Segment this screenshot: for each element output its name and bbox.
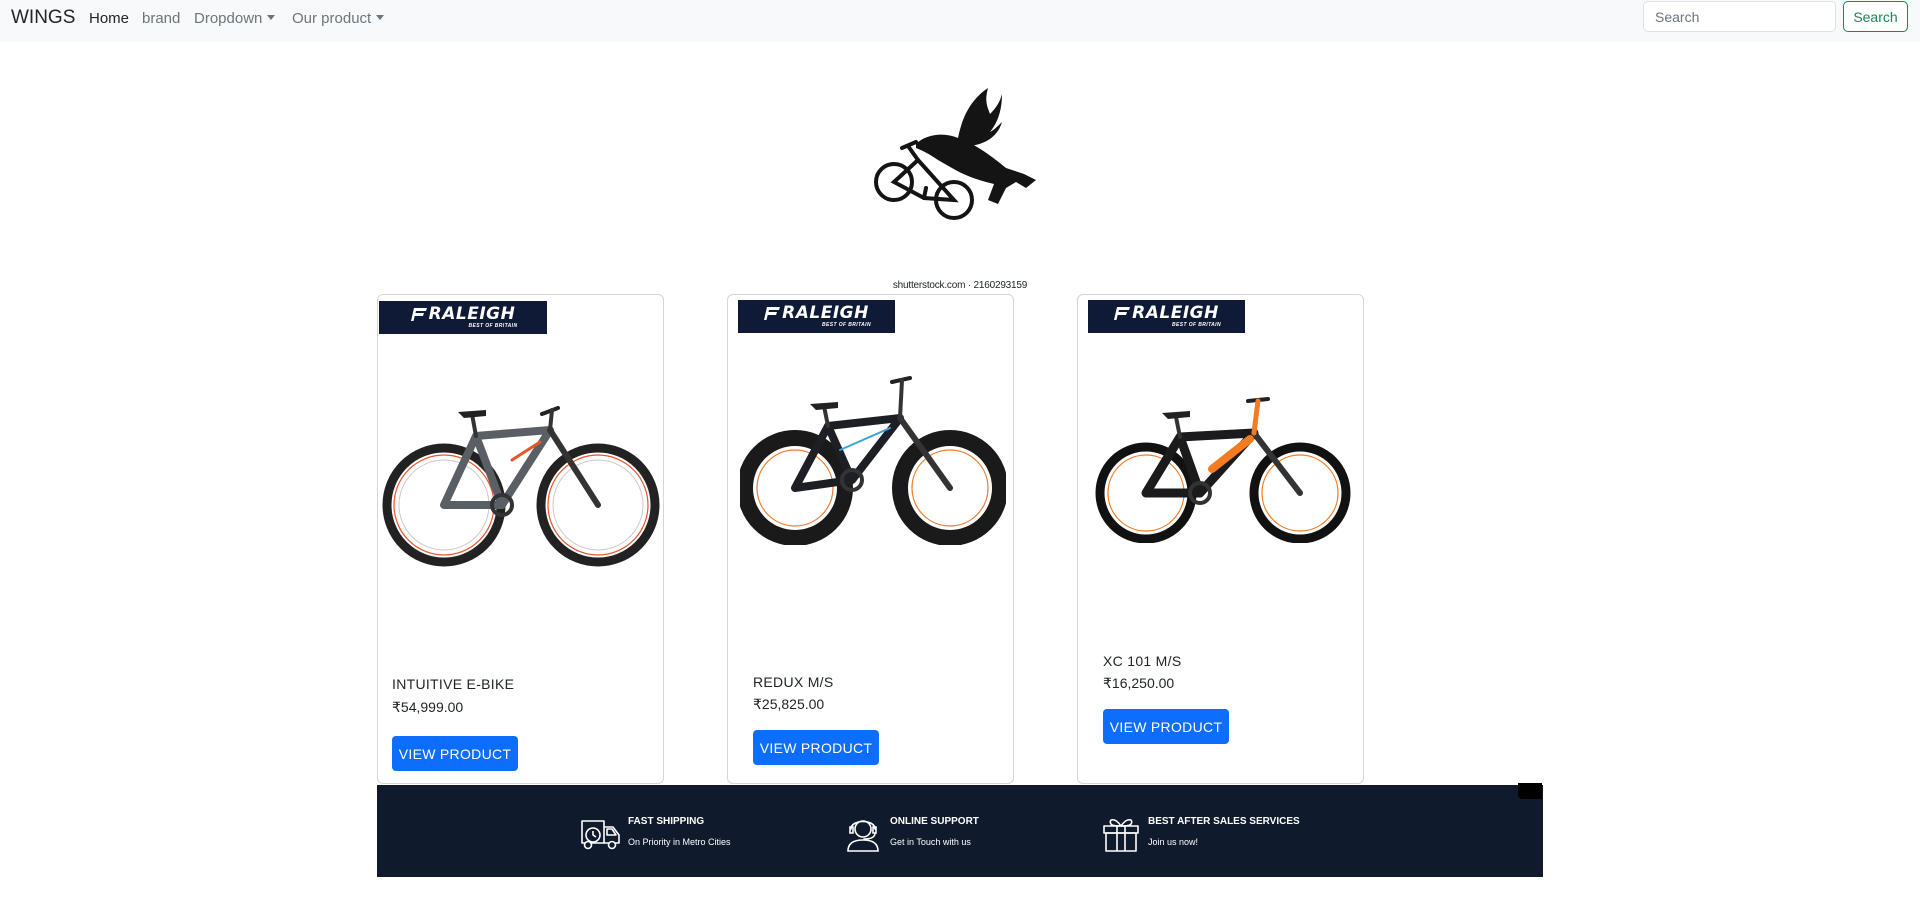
- brand-banner: RALEIGH BEST OF BRITAIN: [738, 300, 895, 333]
- navbar-brand[interactable]: WINGS: [11, 7, 75, 29]
- navbar: WINGS Home brand Dropdown Our product Se…: [0, 0, 1920, 42]
- product-card: RALEIGH BEST OF BRITAIN XC 101 M/S ₹16,2…: [1077, 294, 1364, 784]
- features-band: FAST SHIPPING On Priority in Metro Citie…: [377, 783, 1543, 877]
- winged-cyclist-logo: [874, 88, 1036, 220]
- banner-tagline: BEST OF BRITAIN: [822, 322, 871, 328]
- gift-box-icon: [1103, 818, 1139, 852]
- nav-our-product-toggle[interactable]: Our product: [292, 10, 385, 27]
- raleigh-logo-icon: [410, 308, 427, 321]
- feature-desc: Join us now!: [1148, 837, 1199, 847]
- banner-tagline: BEST OF BRITAIN: [468, 323, 518, 329]
- banner-brand-name: RALEIGH: [782, 303, 869, 323]
- bike-image: [1095, 397, 1351, 543]
- nav-dropdown-label: Dropdown: [194, 10, 263, 27]
- nav-dropdown-toggle[interactable]: Dropdown: [194, 10, 276, 27]
- product-card: RALEIGH BEST OF BRITAIN REDUX M/S ₹25,82…: [727, 294, 1014, 784]
- nav-link-brand[interactable]: brand: [142, 10, 180, 27]
- view-product-button[interactable]: VIEW PRODUCT: [1103, 709, 1229, 744]
- nav-our-product-label: Our product: [292, 10, 372, 27]
- caret-down-icon: [376, 15, 385, 20]
- image-credit: shutterstock.com · 2160293159: [892, 280, 1028, 291]
- search-input[interactable]: [1643, 1, 1836, 32]
- feature-title: FAST SHIPPING: [628, 816, 705, 827]
- search-button[interactable]: Search: [1843, 1, 1908, 32]
- nav-link-home[interactable]: Home: [89, 10, 129, 27]
- product-name: INTUITIVE E-BIKE: [392, 676, 515, 692]
- banner-brand-name: RALEIGH: [1132, 303, 1219, 323]
- feature-desc: On Priority in Metro Cities: [628, 837, 731, 847]
- chat-icon[interactable]: [1518, 783, 1542, 799]
- product-price: ₹16,250.00: [1103, 675, 1175, 691]
- product-price: ₹54,999.00: [392, 699, 464, 715]
- bike-image: [740, 376, 1006, 545]
- feature-desc: Get in Touch with us: [890, 837, 971, 847]
- product-price: ₹25,825.00: [753, 696, 825, 712]
- product-card: RALEIGH BEST OF BRITAIN INTUITIVE E-BIKE…: [377, 294, 664, 784]
- banner-tagline: BEST OF BRITAIN: [1172, 322, 1221, 328]
- feature-after-sales: BEST AFTER SALES SERVICES Join us now!: [1100, 813, 1300, 853]
- feature-title: BEST AFTER SALES SERVICES: [1148, 816, 1300, 827]
- feature-title: ONLINE SUPPORT: [890, 816, 979, 827]
- bike-image: [382, 406, 660, 567]
- feature-online-support: ONLINE SUPPORT Get in Touch with us: [842, 813, 979, 853]
- view-product-button[interactable]: VIEW PRODUCT: [753, 730, 879, 765]
- delivery-truck-icon: [581, 820, 620, 850]
- raleigh-logo-icon: [764, 307, 781, 320]
- product-name: XC 101 M/S: [1103, 653, 1182, 669]
- brand-banner: RALEIGH BEST OF BRITAIN: [1088, 300, 1245, 333]
- caret-down-icon: [267, 15, 276, 20]
- product-name: REDUX M/S: [753, 674, 834, 690]
- banner-brand-name: RALEIGH: [428, 304, 516, 324]
- view-product-button[interactable]: VIEW PRODUCT: [392, 736, 518, 771]
- brand-banner: RALEIGH BEST OF BRITAIN: [379, 301, 547, 334]
- feature-fast-shipping: FAST SHIPPING On Priority in Metro Citie…: [580, 813, 731, 853]
- raleigh-logo-icon: [1114, 307, 1131, 320]
- support-headset-icon: [847, 820, 879, 852]
